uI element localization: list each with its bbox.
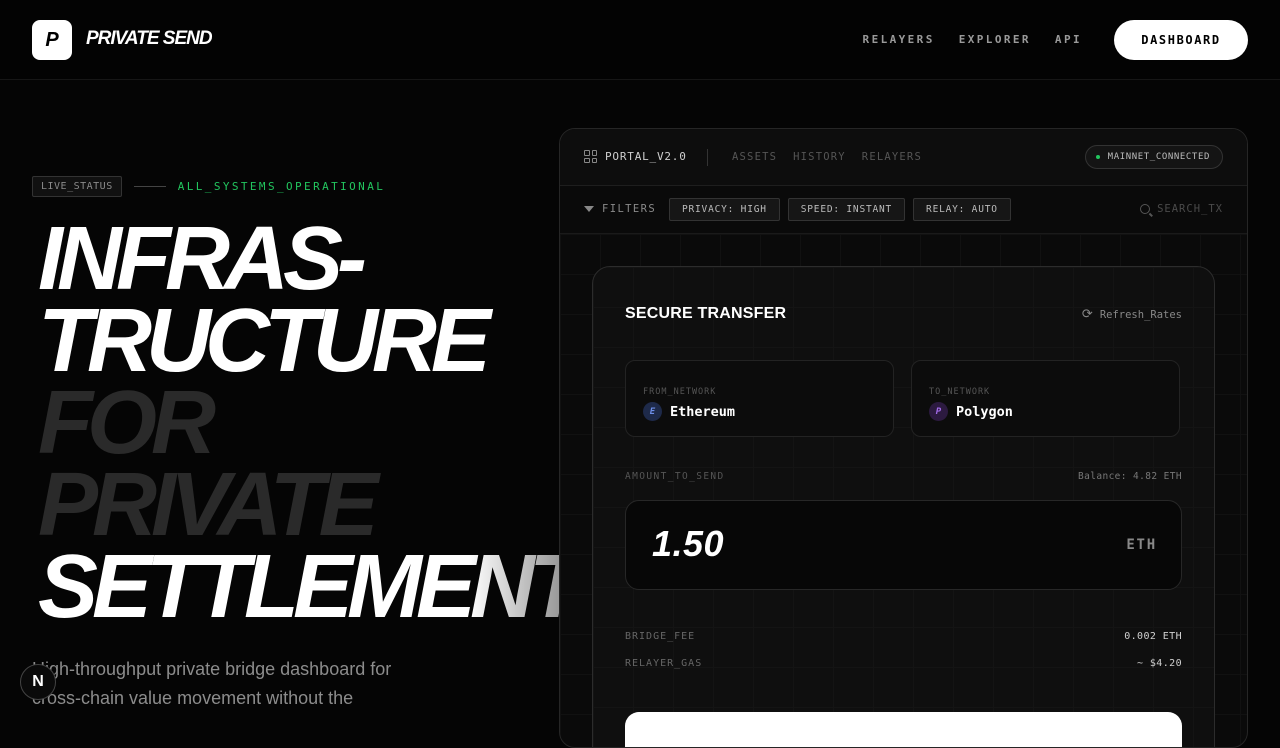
- balance-text: Balance: 4.82 ETH: [1077, 471, 1182, 482]
- amount-unit: ETH: [1126, 537, 1157, 553]
- hero-subtitle: High-throughput private bridge dashboard…: [32, 659, 392, 708]
- hero-title-line-1: INFRAS-: [38, 209, 367, 309]
- fee-label: BRIDGE_FEE: [625, 631, 696, 642]
- tab-assets[interactable]: ASSETS: [732, 151, 777, 163]
- filter-icon: [584, 206, 594, 212]
- hero-title-line-4: PRIVATE: [38, 455, 379, 555]
- from-network-select[interactable]: FROM_NETWORK E Ethereum: [625, 360, 894, 437]
- search-tx-input[interactable]: SEARCH_TX: [1140, 203, 1223, 215]
- dashboard-button[interactable]: DASHBOARD: [1114, 20, 1248, 60]
- refresh-label: Refresh_Rates: [1099, 308, 1182, 321]
- portal-title: PORTAL_V2.0: [584, 150, 687, 163]
- status-row: LIVE_STATUS ALL_SYSTEMS_OPERATIONAL: [32, 176, 385, 197]
- filters-label: FILTERS: [602, 203, 657, 215]
- fee-label: RELAYER_GAS: [625, 658, 703, 669]
- portal-panel: PORTAL_V2.0 ASSETS HISTORY RELAYERS MAIN…: [559, 128, 1248, 748]
- from-network-name: Ethereum: [670, 403, 736, 420]
- search-placeholder: SEARCH_TX: [1157, 203, 1223, 215]
- filter-bar: FILTERS PRIVACY: HIGH SPEED: INSTANT REL…: [560, 186, 1247, 234]
- network-status-text: MAINNET_CONNECTED: [1107, 152, 1210, 162]
- amount-value: 1.50: [652, 523, 725, 564]
- to-network-label: TO_NETWORK: [929, 387, 991, 397]
- amount-label: AMOUNT_TO_SEND: [625, 471, 725, 482]
- search-icon: [1140, 204, 1151, 214]
- portal-title-text: PORTAL_V2.0: [605, 150, 687, 163]
- portal-tabs: ASSETS HISTORY RELAYERS: [732, 151, 922, 163]
- filter-chips: PRIVACY: HIGH SPEED: INSTANT RELAY: AUTO: [669, 198, 1011, 221]
- nav-links: RELAYERS EXPLORER API: [863, 33, 1082, 46]
- refresh-rates-button[interactable]: ⟳ Refresh_Rates: [1082, 307, 1182, 322]
- nav-link-api[interactable]: API: [1055, 33, 1082, 46]
- network-status-badge: MAINNET_CONNECTED: [1084, 145, 1223, 169]
- fee-value: 0.002 ETH: [1124, 631, 1182, 642]
- transfer-card: SECURE TRANSFER ⟳ Refresh_Rates FROM_NET…: [592, 266, 1215, 747]
- bridge-fee-row: BRIDGE_FEE 0.002 ETH: [625, 631, 1182, 642]
- system-status-text: ALL_SYSTEMS_OPERATIONAL: [177, 180, 386, 193]
- portal-header: PORTAL_V2.0 ASSETS HISTORY RELAYERS MAIN…: [560, 129, 1247, 186]
- to-network-value: P Polygon: [929, 402, 1013, 421]
- nav-link-relayers[interactable]: RELAYERS: [863, 33, 935, 46]
- hero-title: INFRAS- TRUCTURE FOR PRIVATE SETTLEMENT.: [38, 209, 596, 637]
- chip-privacy[interactable]: PRIVACY: HIGH: [669, 198, 780, 221]
- from-network-value: E Ethereum: [643, 402, 735, 421]
- chip-relay[interactable]: RELAY: AUTO: [913, 198, 1011, 221]
- top-nav: P PRIVATE SEND RELAYERS EXPLORER API DAS…: [0, 0, 1280, 80]
- to-network-select[interactable]: TO_NETWORK P Polygon: [911, 360, 1180, 437]
- logo-icon[interactable]: P: [32, 20, 72, 60]
- tab-history[interactable]: HISTORY: [793, 151, 846, 163]
- fee-value: ~ $4.20: [1137, 658, 1182, 669]
- from-network-label: FROM_NETWORK: [643, 387, 717, 397]
- card-title: SECURE TRANSFER: [625, 305, 787, 322]
- brand-name[interactable]: PRIVATE SEND: [86, 28, 213, 50]
- to-network-name: Polygon: [956, 403, 1013, 420]
- grid-icon: [584, 150, 597, 163]
- hero-title-line-5: SETTLEMENT.: [38, 537, 596, 637]
- header-divider: [707, 149, 708, 166]
- chip-speed[interactable]: SPEED: INSTANT: [787, 198, 906, 221]
- status-divider: [133, 186, 166, 187]
- refresh-icon: ⟳: [1081, 307, 1093, 322]
- relayer-gas-row: RELAYER_GAS ~ $4.20: [625, 658, 1182, 669]
- polygon-icon: P: [929, 402, 948, 421]
- nav-link-explorer[interactable]: EXPLORER: [959, 33, 1031, 46]
- hero-title-line-3: FOR: [38, 373, 216, 473]
- send-button[interactable]: [625, 712, 1182, 747]
- status-dot-icon: [1095, 155, 1100, 159]
- tab-relayers[interactable]: RELAYERS: [862, 151, 922, 163]
- next-badge-button[interactable]: N: [20, 664, 56, 700]
- ethereum-icon: E: [643, 402, 662, 421]
- hero-title-line-2: TRUCTURE: [38, 291, 491, 391]
- filters-button[interactable]: FILTERS: [584, 203, 656, 215]
- live-status-badge: LIVE_STATUS: [32, 176, 122, 197]
- amount-input[interactable]: 1.50 ETH: [625, 500, 1182, 590]
